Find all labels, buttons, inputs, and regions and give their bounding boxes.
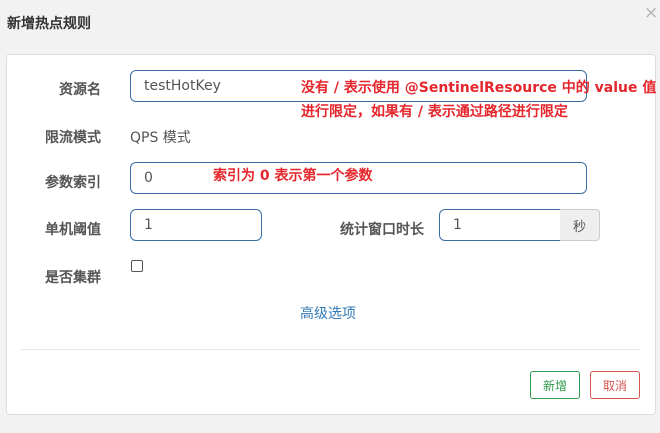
window-unit: 秒: [560, 209, 600, 241]
threshold-label: 单机阈值: [45, 222, 101, 238]
close-icon[interactable]: ×: [644, 4, 658, 22]
advanced-options-link[interactable]: 高级选项: [300, 303, 356, 323]
param-index-value: 0: [144, 170, 153, 186]
cluster-label: 是否集群: [45, 270, 101, 286]
threshold-input[interactable]: 1: [130, 209, 262, 241]
new-button[interactable]: 新增: [530, 371, 580, 399]
resource-note-line2: 进行限定，如果有 / 表示通过路径进行限定: [301, 104, 568, 120]
index-note: 索引为 0 表示第一个参数: [213, 168, 373, 184]
threshold-value: 1: [144, 217, 153, 233]
resource-name-label: 资源名: [59, 82, 101, 98]
resource-name-value: testHotKey: [144, 78, 221, 94]
resource-note-line1: 没有 / 表示使用 @SentinelResource 中的 value 值: [301, 80, 657, 96]
cluster-checkbox[interactable]: [131, 260, 143, 272]
mode-label: 限流模式: [45, 130, 101, 146]
form-panel: 资源名 testHotKey 没有 / 表示使用 @SentinelResour…: [6, 54, 656, 415]
window-value: 1: [453, 217, 462, 233]
param-index-label: 参数索引: [45, 175, 101, 191]
window-input[interactable]: 1: [439, 209, 561, 241]
dialog-title: 新增热点规则: [7, 16, 91, 32]
divider: [21, 349, 640, 350]
window-label: 统计窗口时长: [340, 222, 424, 238]
cancel-button[interactable]: 取消: [590, 371, 640, 399]
mode-value: QPS 模式: [130, 130, 191, 146]
